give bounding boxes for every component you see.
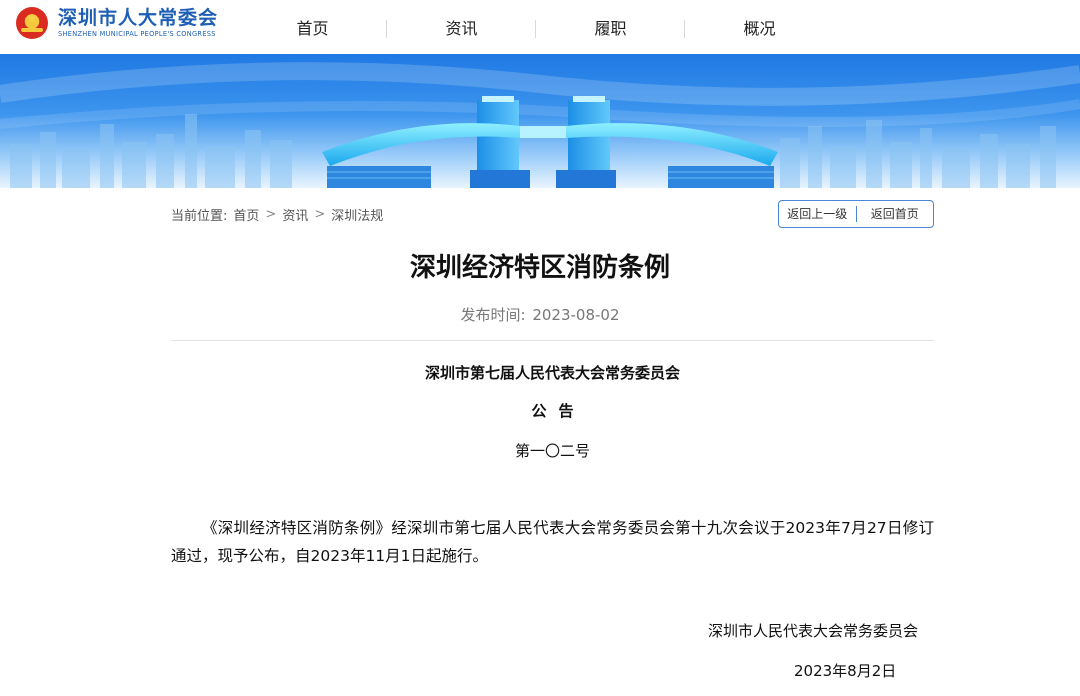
national-emblem-icon bbox=[16, 6, 48, 39]
nav-item-news[interactable]: 资讯 bbox=[387, 0, 536, 54]
site-logo[interactable]: 深圳市人大常委会 SHENZHEN MUNICIPAL PEOPLE'S CON… bbox=[16, 6, 218, 39]
breadcrumb-prefix: 当前位置: bbox=[171, 208, 228, 224]
back-button[interactable]: 返回上一级 bbox=[779, 201, 856, 227]
breadcrumb: 当前位置: 首页 > 资讯 > 深圳法规 bbox=[171, 203, 389, 225]
issuer-heading: 深圳市第七届人民代表大会常务委员会 bbox=[424, 364, 680, 382]
main-nav: 首页 资讯 履职 概况 bbox=[238, 0, 834, 54]
signature-date: 2023年8月2日 bbox=[794, 662, 897, 680]
breadcrumb-separator: > bbox=[314, 206, 326, 222]
signature: 深圳市人民代表大会常务委员会 bbox=[708, 622, 919, 640]
hero-banner bbox=[0, 54, 1080, 188]
logo-subtitle: SHENZHEN MUNICIPAL PEOPLE'S CONGRESS bbox=[58, 30, 216, 38]
notice-heading: 公告 bbox=[531, 402, 586, 420]
logo-text: 深圳市人大常委会 SHENZHEN MUNICIPAL PEOPLE'S CON… bbox=[58, 6, 218, 39]
publish-label: 发布时间: bbox=[460, 306, 526, 324]
navigation-actions: 返回上一级 返回首页 bbox=[778, 200, 934, 228]
nav-item-home[interactable]: 首页 bbox=[238, 0, 387, 54]
breadcrumb-news[interactable]: 资讯 bbox=[282, 205, 308, 224]
notice-number: 第一〇二号 bbox=[514, 442, 590, 460]
city-skyline-illustration bbox=[0, 62, 1080, 188]
divider bbox=[171, 340, 934, 341]
site-header: 深圳市人大常委会 SHENZHEN MUNICIPAL PEOPLE'S CON… bbox=[0, 0, 1080, 54]
logo-title: 深圳市人大常委会 bbox=[58, 7, 219, 29]
publish-info: 发布时间: 2023-08-02 bbox=[0, 305, 1080, 325]
nav-item-duties[interactable]: 履职 bbox=[536, 0, 685, 54]
breadcrumb-home[interactable]: 首页 bbox=[233, 205, 259, 224]
article-title: 深圳经济特区消防条例 bbox=[409, 253, 670, 283]
breadcrumb-separator: > bbox=[265, 206, 277, 222]
home-button[interactable]: 返回首页 bbox=[857, 201, 934, 227]
breadcrumb-regulations[interactable]: 深圳法规 bbox=[331, 205, 383, 224]
publish-date: 2023-08-02 bbox=[532, 306, 620, 324]
nav-item-overview[interactable]: 概况 bbox=[685, 0, 834, 54]
article-body: 《深圳经济特区消防条例》经深圳市第七届人民代表大会常务委员会第十九次会议于202… bbox=[171, 519, 934, 565]
